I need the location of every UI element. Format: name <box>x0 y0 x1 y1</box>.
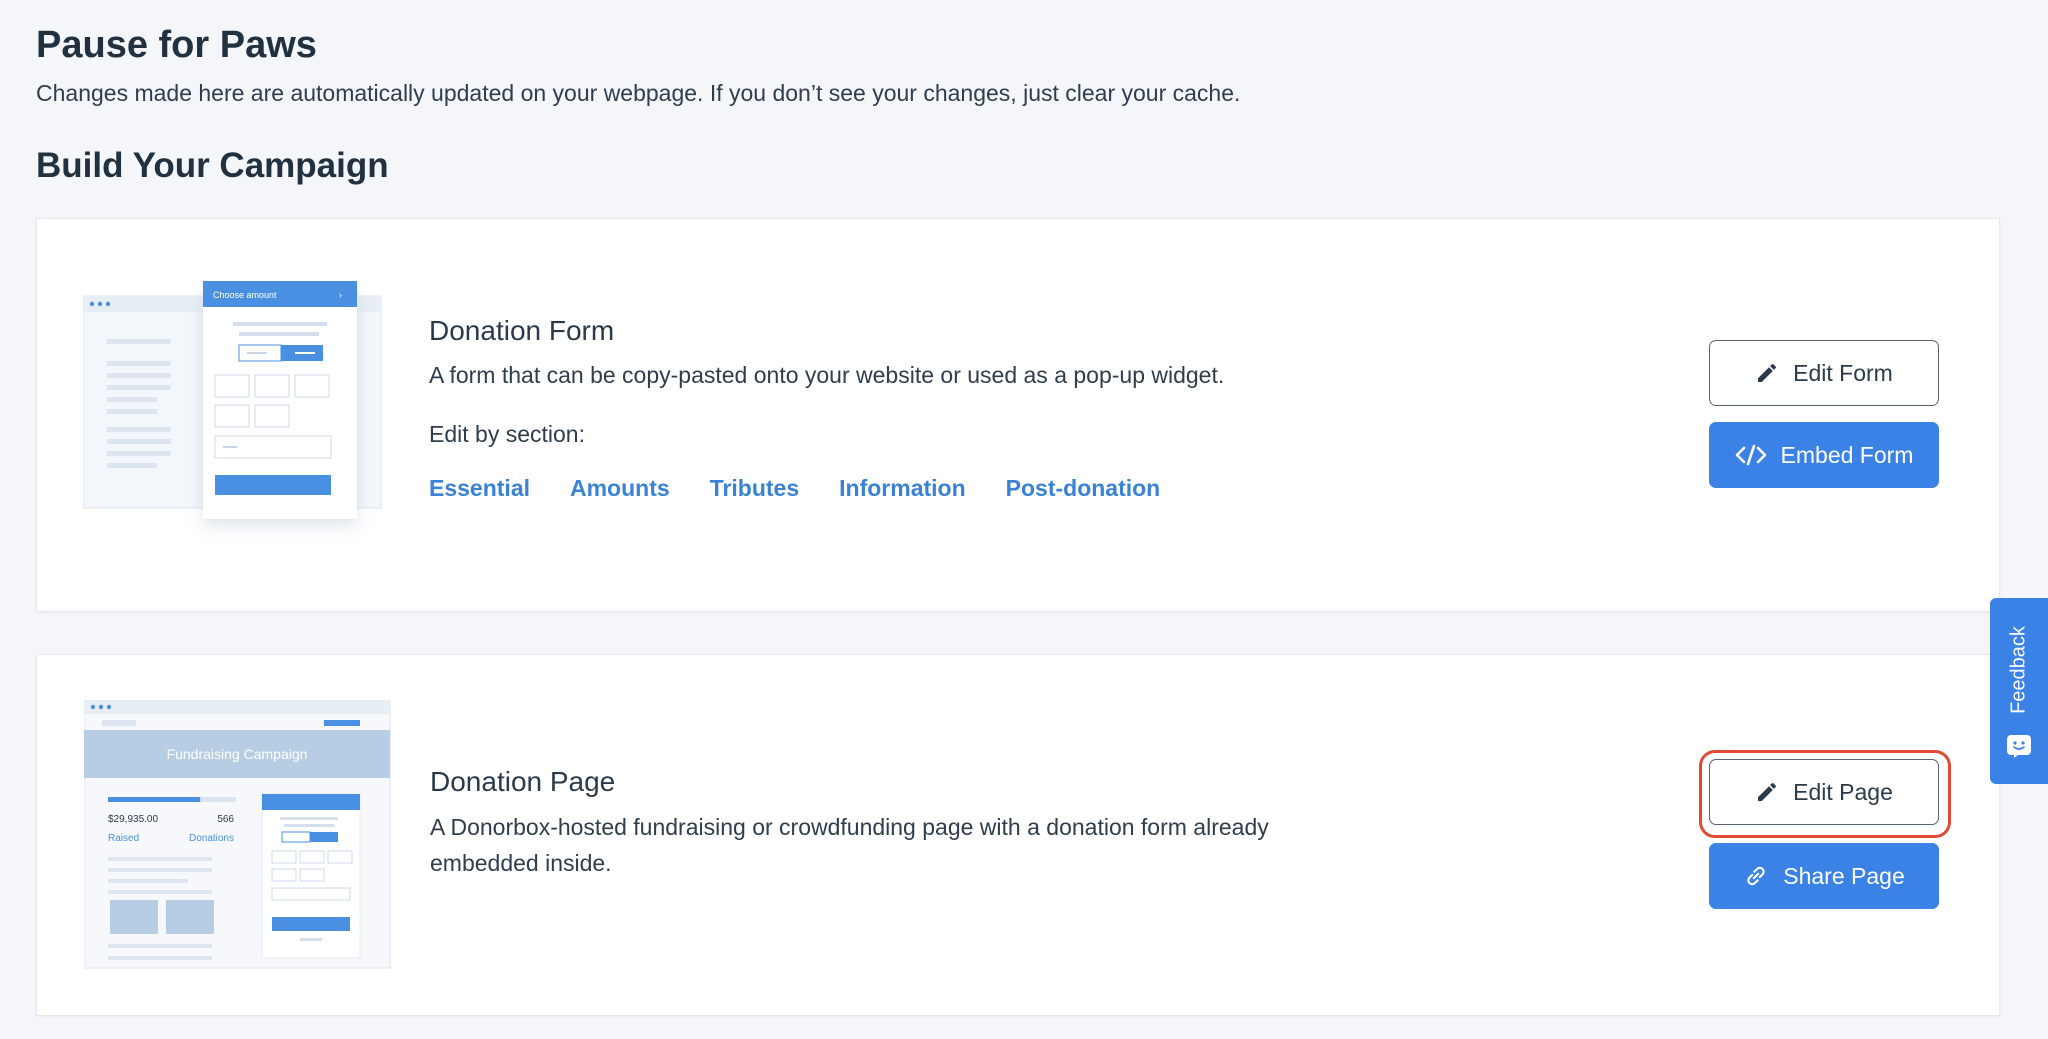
svg-text:›: › <box>339 290 342 300</box>
link-icon <box>1743 863 1769 889</box>
section-title: Build Your Campaign <box>36 146 389 185</box>
code-icon <box>1735 443 1767 467</box>
section-link-amounts[interactable]: Amounts <box>570 475 670 502</box>
illustration-donations-count: 566 <box>217 814 234 825</box>
illustration-header-text: Choose amount <box>213 290 277 300</box>
share-page-label: Share Page <box>1783 862 1905 889</box>
section-link-information[interactable]: Information <box>839 475 966 502</box>
edit-form-label: Edit Form <box>1793 359 1893 386</box>
donation-page-illustration: Fundraising Campaign $29,935.00 566 Rais… <box>84 700 391 969</box>
feedback-tab[interactable]: Feedback <box>1990 598 2048 784</box>
donation-page-heading: Donation Page <box>430 766 616 797</box>
pencil-icon <box>1755 780 1779 804</box>
donation-form-description: A form that can be copy-pasted onto your… <box>429 362 1225 388</box>
donation-form-card: Choose amount › Donation Form A form tha… <box>36 218 2000 612</box>
pencil-icon <box>1755 361 1779 385</box>
section-link-essential[interactable]: Essential <box>429 475 530 502</box>
share-page-button[interactable]: Share Page <box>1709 843 1939 909</box>
illustration-raised-amount: $29,935.00 <box>108 814 158 825</box>
donation-page-description-line2: embedded inside. <box>430 850 612 876</box>
embed-form-button[interactable]: Embed Form <box>1709 422 1939 488</box>
donation-form-heading: Donation Form <box>429 315 615 346</box>
section-links: Essential Amounts Tributes Information P… <box>429 475 1160 502</box>
illustration-donations-label: Donations <box>189 833 234 844</box>
campaign-page: Pause for Paws Changes made here are aut… <box>0 0 2048 1039</box>
donation-page-card: Fundraising Campaign $29,935.00 566 Rais… <box>36 654 2000 1016</box>
donation-form-illustration: Choose amount › <box>83 281 382 519</box>
illustration-raised-label: Raised <box>108 833 139 844</box>
feedback-label: Feedback <box>2007 626 2030 714</box>
section-link-post-donation[interactable]: Post-donation <box>1006 475 1161 502</box>
edit-page-button[interactable]: Edit Page <box>1709 759 1939 825</box>
edit-page-label: Edit Page <box>1793 778 1893 805</box>
edit-form-button[interactable]: Edit Form <box>1709 340 1939 406</box>
embed-form-label: Embed Form <box>1780 441 1914 468</box>
chat-face-icon <box>2006 734 2032 763</box>
donation-page-description-line1: A Donorbox-hosted fundraising or crowdfu… <box>430 814 1269 840</box>
section-link-tributes[interactable]: Tributes <box>710 475 799 502</box>
donation-page-description: A Donorbox-hosted fundraising or crowdfu… <box>430 809 1269 881</box>
progress-fill <box>108 797 201 802</box>
page-subtitle: Changes made here are automatically upda… <box>36 80 1241 106</box>
illustration-banner-text: Fundraising Campaign <box>167 746 308 762</box>
page-title: Pause for Paws <box>36 24 317 66</box>
edit-by-section-label: Edit by section: <box>429 421 585 447</box>
